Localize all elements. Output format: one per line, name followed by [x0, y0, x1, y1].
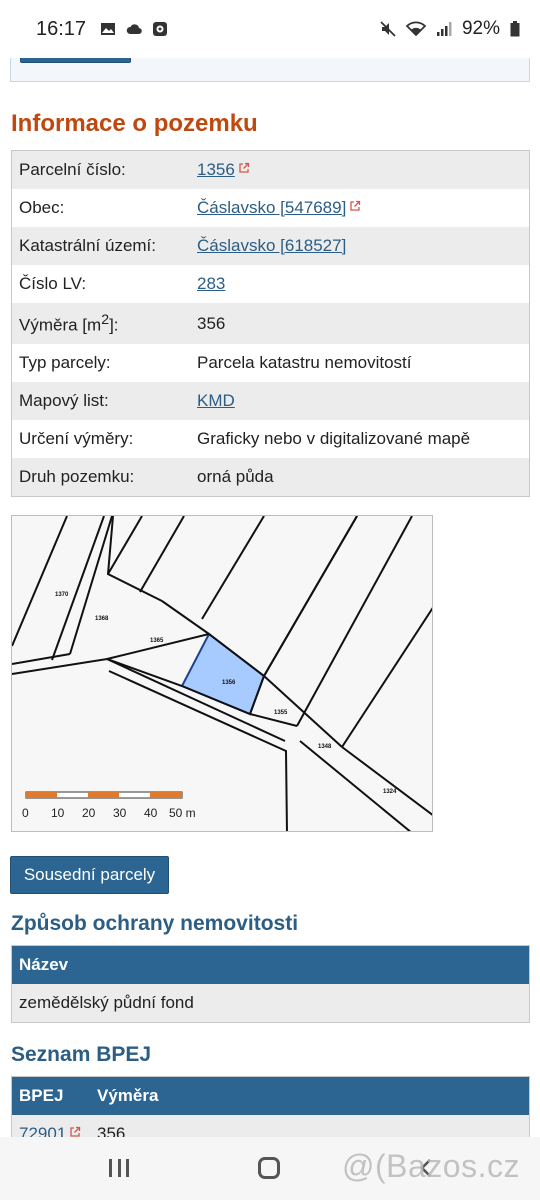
row-cadastral-area: Katastrální území: Čáslavsko [618527]: [12, 227, 529, 265]
row-municipality: Obec: Čáslavsko [547689]: [12, 189, 529, 227]
column-area-header: Výměra: [97, 1086, 159, 1105]
home-button[interactable]: [258, 1157, 280, 1179]
external-link-icon[interactable]: [238, 162, 250, 174]
mute-icon: [380, 21, 396, 37]
bpej-heading: Seznam BPEJ: [11, 1043, 152, 1066]
row-area: Výměra [m2]: 356: [12, 303, 529, 344]
parcel-label-1370: 1370: [55, 592, 69, 598]
parcel-label-1368: 1368: [95, 616, 109, 622]
parcel-label-1355: 1355: [274, 710, 288, 716]
bazos-watermark: @(Bazos.cz: [342, 1148, 520, 1184]
table-row: zemědělský půdní fond: [12, 984, 529, 1022]
scale-label: 30: [113, 806, 127, 820]
external-link-icon[interactable]: [349, 200, 361, 212]
row-label: Parcelní číslo:: [19, 160, 126, 179]
municipality-link[interactable]: Čáslavsko [547689]: [197, 198, 346, 217]
row-label: Typ parcely:: [19, 353, 111, 372]
parcel-label-1348: 1348: [318, 744, 332, 750]
row-label: Druh pozemku:: [19, 467, 135, 486]
row-lv-number: Číslo LV: 283: [12, 265, 529, 303]
row-area-determination: Určení výměry: Graficky nebo v digitaliz…: [12, 420, 529, 458]
record-app-icon: [153, 22, 168, 36]
scale-label: 40: [144, 806, 158, 820]
battery-icon: [510, 21, 520, 37]
gallery-icon: [101, 23, 116, 35]
parcel-info-table: Parcelní číslo: 1356 Obec: Čáslavsko [54…: [11, 150, 530, 497]
area-determination-value: Graficky nebo v digitalizované mapě: [197, 429, 471, 448]
protection-table: Název zemědělský půdní fond: [11, 945, 530, 1023]
scale-label: 50 m: [169, 806, 196, 820]
column-bpej-header: BPEJ: [19, 1086, 64, 1105]
row-label: Katastrální území:: [19, 236, 157, 255]
column-name-header: Název: [19, 955, 69, 974]
row-land-type: Druh pozemku: orná půda: [12, 458, 529, 496]
parcel-number-link[interactable]: 1356: [197, 160, 235, 179]
system-navigation-bar: @(Bazos.cz: [0, 1137, 540, 1200]
map-canvas: 1370 1368 1365 1356 1355 1348 1324 0 10 …: [12, 516, 432, 831]
parcel-label-1324: 1324: [383, 789, 397, 795]
cadastral-map[interactable]: 1370 1368 1365 1356 1355 1348 1324 0 10 …: [11, 515, 433, 832]
row-label: Mapový list:: [19, 391, 109, 410]
table-header: Název: [12, 946, 529, 984]
scale-label: 20: [82, 806, 96, 820]
lv-number-link[interactable]: 283: [197, 274, 225, 293]
recents-button[interactable]: [109, 1159, 129, 1177]
cadastral-area-link[interactable]: Čáslavsko [618527]: [197, 236, 346, 255]
neighboring-parcels-button[interactable]: Sousední parcely: [10, 856, 169, 894]
row-label: Číslo LV:: [19, 274, 87, 293]
parcel-type-value: Parcela katastru nemovitostí: [197, 353, 412, 372]
area-value: 356: [197, 313, 226, 333]
parcel-info-heading: Informace o pozemku: [11, 110, 258, 137]
row-label: Výměra [m2]:: [19, 311, 119, 335]
protection-value: zemědělský půdní fond: [19, 993, 194, 1012]
cloud-icon: [126, 24, 142, 35]
parcel-label-1356: 1356: [222, 680, 236, 686]
battery-percentage: 92%: [461, 18, 500, 39]
row-label: Určení výměry:: [19, 429, 134, 448]
land-type-value: orná půda: [197, 467, 274, 486]
map-sheet-link[interactable]: KMD: [197, 391, 235, 410]
table-header: BPEJ Výměra: [12, 1077, 529, 1115]
row-parcel-type: Typ parcely: Parcela katastru nemovitost…: [12, 344, 529, 382]
clock: 16:17: [36, 17, 87, 40]
row-parcel-number: Parcelní číslo: 1356: [12, 151, 529, 189]
row-map-sheet: Mapový list: KMD: [12, 382, 529, 420]
protection-heading: Způsob ochrany nemovitosti: [11, 912, 299, 935]
status-bar: 16:17 92%: [0, 0, 540, 58]
scale-label: 0: [22, 806, 29, 820]
parcel-label-1365: 1365: [150, 638, 164, 644]
scale-bar: 0 10 20 30 40 50 m: [22, 791, 196, 820]
wifi-icon: [405, 21, 426, 37]
row-label: Obec:: [19, 198, 65, 217]
scale-label: 10: [51, 806, 65, 820]
signal-icon: [436, 22, 452, 36]
